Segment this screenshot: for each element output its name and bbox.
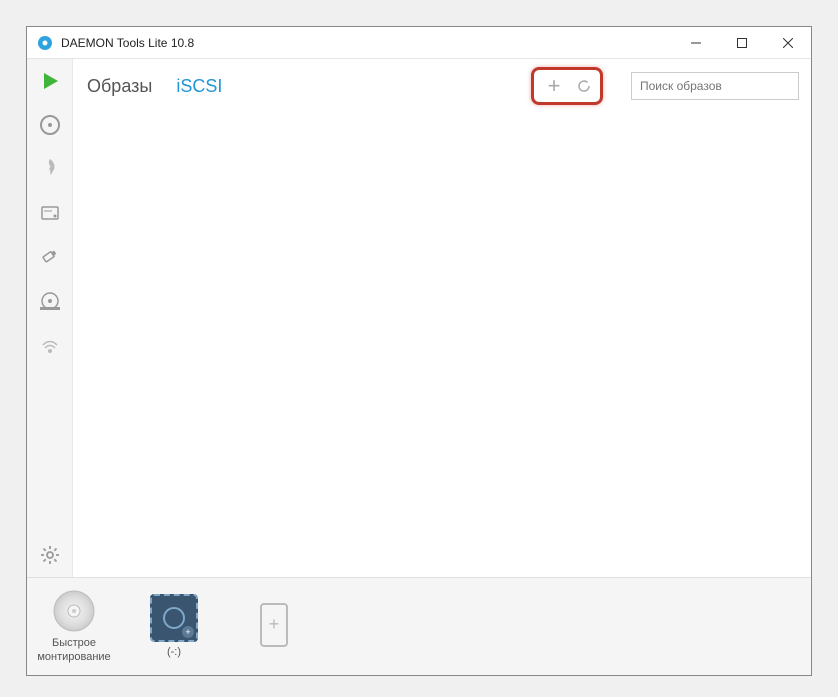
- add-device-button[interactable]: +: [233, 601, 315, 653]
- top-bar: Образы iSCSI +: [73, 59, 811, 113]
- add-image-button[interactable]: +: [540, 72, 568, 100]
- virtual-drive-button[interactable]: + (-:): [133, 594, 215, 659]
- main-area: Образы iSCSI +: [73, 59, 811, 577]
- app-window: DAEMON Tools Lite 10.8: [26, 26, 812, 676]
- close-button[interactable]: [765, 27, 811, 59]
- sidebar-image-editor[interactable]: [27, 279, 73, 323]
- minimize-button[interactable]: [673, 27, 719, 59]
- sidebar-usb[interactable]: [27, 235, 73, 279]
- tab-iscsi[interactable]: iSCSI: [174, 72, 224, 101]
- image-list-area: [73, 113, 811, 577]
- plus-icon: +: [548, 73, 561, 99]
- sidebar-burn[interactable]: [27, 147, 73, 191]
- phone-add-icon: +: [250, 601, 298, 649]
- sidebar-settings[interactable]: [27, 533, 73, 577]
- window-controls: [673, 27, 811, 59]
- titlebar: DAEMON Tools Lite 10.8: [27, 27, 811, 59]
- quick-mount-button[interactable]: Быстрое монтирование: [33, 589, 115, 663]
- maximize-button[interactable]: [719, 27, 765, 59]
- search-input[interactable]: [631, 72, 799, 100]
- tab-images[interactable]: Образы: [85, 72, 154, 101]
- sidebar-drive[interactable]: [27, 191, 73, 235]
- disc-icon: [52, 589, 96, 633]
- bottom-panel: Быстрое монтирование + (-:) +: [27, 577, 811, 675]
- quick-mount-label: Быстрое монтирование: [33, 637, 115, 663]
- virtual-drive-label: (-:): [167, 646, 181, 659]
- sidebar-network[interactable]: [27, 323, 73, 367]
- window-title: DAEMON Tools Lite 10.8: [61, 36, 194, 50]
- app-icon: [37, 35, 53, 51]
- content-row: Образы iSCSI +: [27, 59, 811, 577]
- drive-add-icon: +: [150, 594, 198, 642]
- sidebar: [27, 59, 73, 577]
- add-image-highlight: +: [531, 67, 603, 105]
- sidebar-mount[interactable]: [27, 59, 73, 103]
- sidebar-disc[interactable]: [27, 103, 73, 147]
- refresh-button[interactable]: [574, 72, 594, 100]
